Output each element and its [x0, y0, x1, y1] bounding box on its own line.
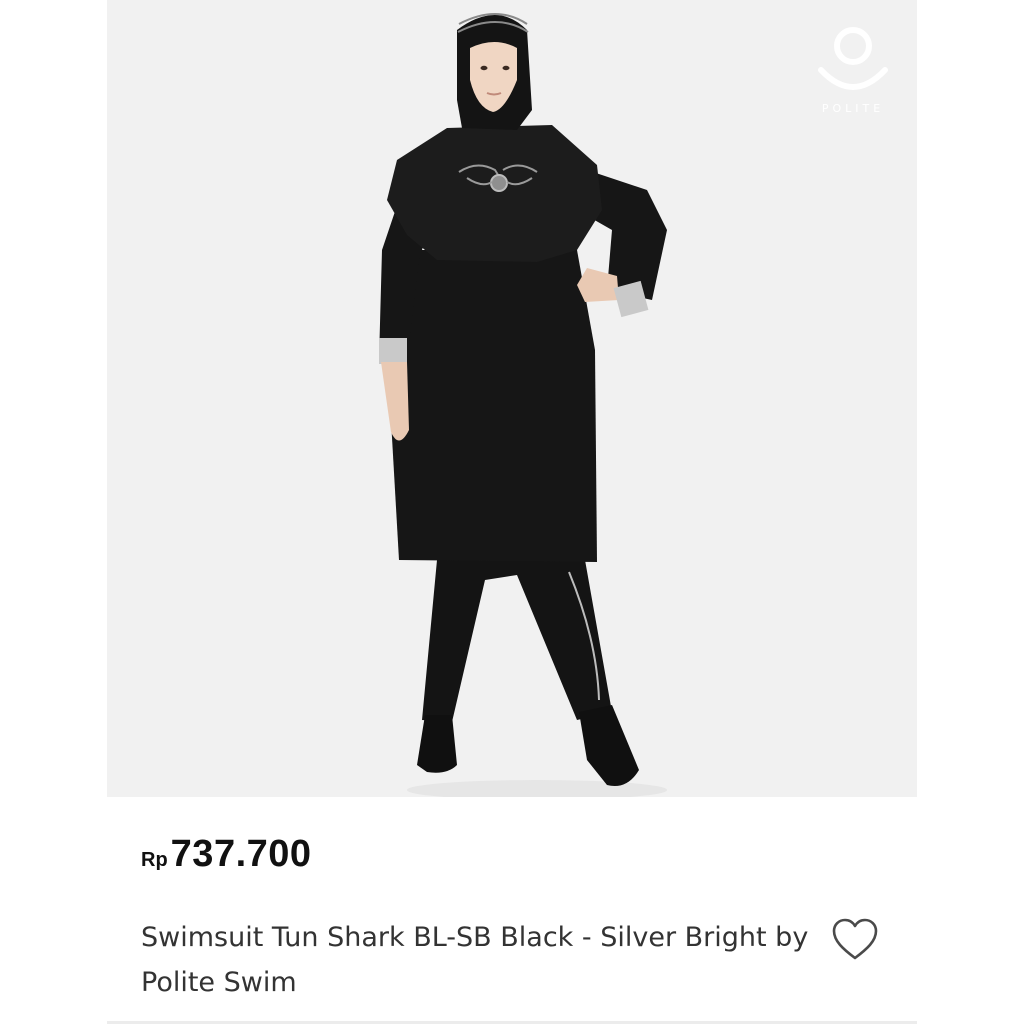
product-photo [107, 0, 917, 797]
product-title[interactable]: Swimsuit Tun Shark BL-SB Black - Silver … [141, 915, 821, 1005]
wishlist-button[interactable] [829, 914, 881, 966]
heart-outline-icon [832, 918, 878, 960]
product-card[interactable]: POLITE Rp 737.700 Swimsuit Tun Shark BL-… [107, 0, 917, 1024]
price-value: 737.700 [170, 833, 312, 875]
price-currency: Rp [141, 849, 168, 871]
brand-logo-text: POLITE [821, 102, 885, 115]
brand-logo: POLITE [805, 14, 901, 124]
product-price: Rp 737.700 [141, 833, 312, 876]
polite-logo-icon [818, 27, 888, 90]
product-image[interactable]: POLITE [107, 0, 917, 797]
product-info: Rp 737.700 Swimsuit Tun Shark BL-SB Blac… [107, 797, 917, 1024]
